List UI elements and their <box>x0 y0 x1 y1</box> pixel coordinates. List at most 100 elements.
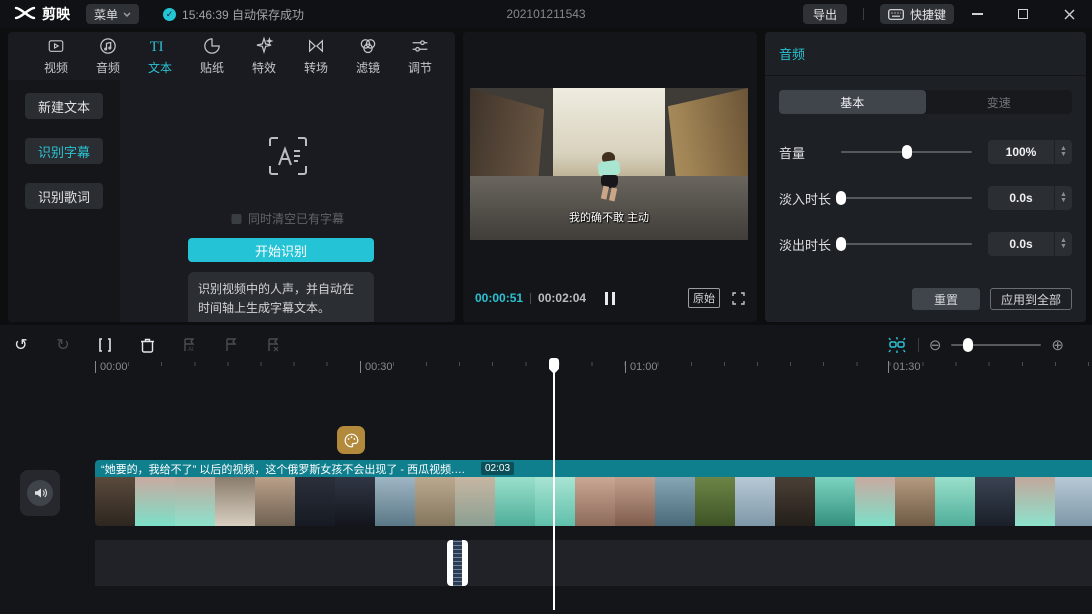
maximize-button[interactable] <box>1000 0 1046 28</box>
shortcuts-button[interactable]: 快捷键 <box>879 4 954 24</box>
fullscreen-button[interactable] <box>732 291 745 305</box>
minimize-button[interactable] <box>954 0 1000 28</box>
sidebar-item-2[interactable]: 识别歌词 <box>25 183 103 209</box>
video-frame-thumbnail <box>775 477 815 526</box>
pause-button[interactable] <box>605 291 615 305</box>
time-divider <box>530 292 532 304</box>
timeline-ruler[interactable]: 00:00 00:30 01:00 01:30 <box>0 358 1092 380</box>
app-logo: 剪映 <box>14 4 70 24</box>
media-tab-effects[interactable]: 特效 <box>238 36 290 76</box>
media-tab-label: 调节 <box>407 61 432 75</box>
video-preview[interactable]: 我的确不敢 主动 <box>470 88 748 240</box>
titlebar: 剪映 菜单 ✓ 15:46:39 自动保存成功 202101211543 导出 … <box>0 0 1092 28</box>
app-name: 剪映 <box>42 6 70 22</box>
video-frame-thumbnail <box>895 477 935 526</box>
autosave-text: 15:46:39 自动保存成功 <box>182 7 305 22</box>
marker-remove-button[interactable] <box>252 332 294 358</box>
sidebar-item-1[interactable]: 识别字幕 <box>25 138 103 164</box>
clip-body[interactable] <box>453 540 462 586</box>
media-tab-filter[interactable]: 滤镜 <box>342 36 394 76</box>
audio-panel-tabs: 基本 变速 <box>779 90 1072 114</box>
video-frame-thumbnail <box>575 477 615 526</box>
menu-button[interactable]: 菜单 <box>86 4 140 24</box>
shortcuts-label: 快捷键 <box>909 7 946 22</box>
zoom-slider-thumb[interactable] <box>962 338 973 352</box>
media-tab-label: 音频 <box>95 61 120 75</box>
adjustment-marker[interactable] <box>337 426 365 454</box>
marker-add-button[interactable] <box>210 332 252 358</box>
media-tab-video[interactable]: 视频 <box>30 36 82 76</box>
stepper-buttons[interactable]: ▲ ▼ <box>1054 232 1072 256</box>
filter-icon <box>358 36 378 56</box>
playhead-line <box>553 372 555 610</box>
video-frame-thumbnail <box>135 477 175 526</box>
slider-thumb[interactable] <box>901 145 912 159</box>
clip-right-handle[interactable] <box>462 540 468 586</box>
video-clip-name: “她要的，我给不了” 以后的视频，这个俄罗斯女孩不会出现了 - 西瓜视频.mp4 <box>101 463 473 476</box>
video-clip-thumbnails <box>95 477 1092 526</box>
apply-all-button[interactable]: 应用到全部 <box>989 288 1072 310</box>
subtitle-clip[interactable] <box>447 540 468 586</box>
snap-toggle-button[interactable] <box>886 336 908 354</box>
slider-value[interactable]: 0.0s <box>988 232 1054 256</box>
clear-existing-checkbox[interactable]: 同时清空已有字幕 <box>230 210 345 227</box>
export-button[interactable]: 导出 <box>802 4 847 24</box>
slider-thumb[interactable] <box>836 237 846 251</box>
media-tab-sticker[interactable]: 贴纸 <box>186 36 238 76</box>
slider-track[interactable] <box>841 145 972 159</box>
marker-ai-button[interactable]: AI <box>168 332 210 358</box>
svg-text:TI: TI <box>150 39 164 55</box>
checkbox-label: 同时清空已有字幕 <box>247 212 345 226</box>
total-time: 00:02:04 <box>538 291 587 305</box>
delete-button[interactable] <box>126 332 168 358</box>
zoom-in-button[interactable]: ⊕ <box>1051 336 1064 354</box>
media-tab-audio[interactable]: 音频 <box>82 36 134 76</box>
text-track <box>95 540 1092 586</box>
slider-track[interactable] <box>836 237 972 251</box>
sidebar-item-0[interactable]: 新建文本 <box>25 93 103 119</box>
video-clip[interactable]: “她要的，我给不了” 以后的视频，这个俄罗斯女孩不会出现了 - 西瓜视频.mp4… <box>95 460 1092 526</box>
media-tab-transition[interactable]: 转场 <box>290 36 342 76</box>
stepper-buttons[interactable]: ▲ ▼ <box>1054 186 1072 210</box>
check-icon: ✓ <box>163 7 177 21</box>
flag-ai-icon: AI <box>184 338 195 353</box>
slider-label: 淡出时长 <box>779 237 832 253</box>
video-frame-thumbnail <box>215 477 255 526</box>
ruler-label: 00:30 <box>360 361 393 373</box>
close-button[interactable] <box>1046 0 1092 28</box>
media-tab-label: 文本 <box>147 61 172 75</box>
adjust-icon <box>410 36 430 56</box>
audio-tab-1[interactable]: 变速 <box>926 90 1073 114</box>
video-frame-thumbnail <box>95 477 135 526</box>
original-quality-button[interactable]: 原始 <box>688 288 720 308</box>
slider-thumb[interactable] <box>836 191 846 205</box>
slider-value[interactable]: 0.0s <box>988 186 1054 210</box>
playhead[interactable] <box>547 358 561 610</box>
zoom-out-button[interactable]: ⊖ <box>929 336 942 354</box>
slider-track[interactable] <box>836 191 972 205</box>
redo-button[interactable]: ↻ <box>42 332 84 358</box>
reset-button[interactable]: 重置 <box>911 288 980 310</box>
media-tab-adjust[interactable]: 调节 <box>394 36 446 76</box>
video-frame-thumbnail <box>935 477 975 526</box>
track-mute-button[interactable] <box>20 470 60 516</box>
slider-value[interactable]: 100% <box>988 140 1054 164</box>
audio-icon <box>98 36 118 56</box>
autosave-status: ✓ 15:46:39 自动保存成功 <box>163 6 304 23</box>
audio-panel: 音频 基本 变速 音量 100% ▲ ▼ 淡入时长 0.0s ▲ ▼ 淡出时长 0.0s ▲ ▼ 重置 … <box>765 32 1086 322</box>
video-frame-thumbnail <box>735 477 775 526</box>
palette-icon <box>344 433 358 447</box>
video-frame-thumbnail <box>295 477 335 526</box>
stepper-buttons[interactable]: ▲ ▼ <box>1054 140 1072 164</box>
video-clip-duration: 02:03 <box>481 462 515 475</box>
svg-text:AI: AI <box>188 347 194 353</box>
timeline-zoom-slider[interactable] <box>951 338 1042 352</box>
media-tab-text[interactable]: TI 文本 <box>134 36 186 76</box>
start-recognize-button[interactable]: 开始识别 <box>188 238 374 262</box>
video-frame-thumbnail <box>815 477 855 526</box>
recognize-description: 识别视频中的人声，并自动在时间轴上生成字幕文本。 <box>188 272 374 322</box>
split-button[interactable] <box>84 332 126 358</box>
flag-x-icon <box>268 338 279 352</box>
audio-tab-0[interactable]: 基本 <box>779 90 926 114</box>
undo-button[interactable]: ↺ <box>0 332 42 358</box>
